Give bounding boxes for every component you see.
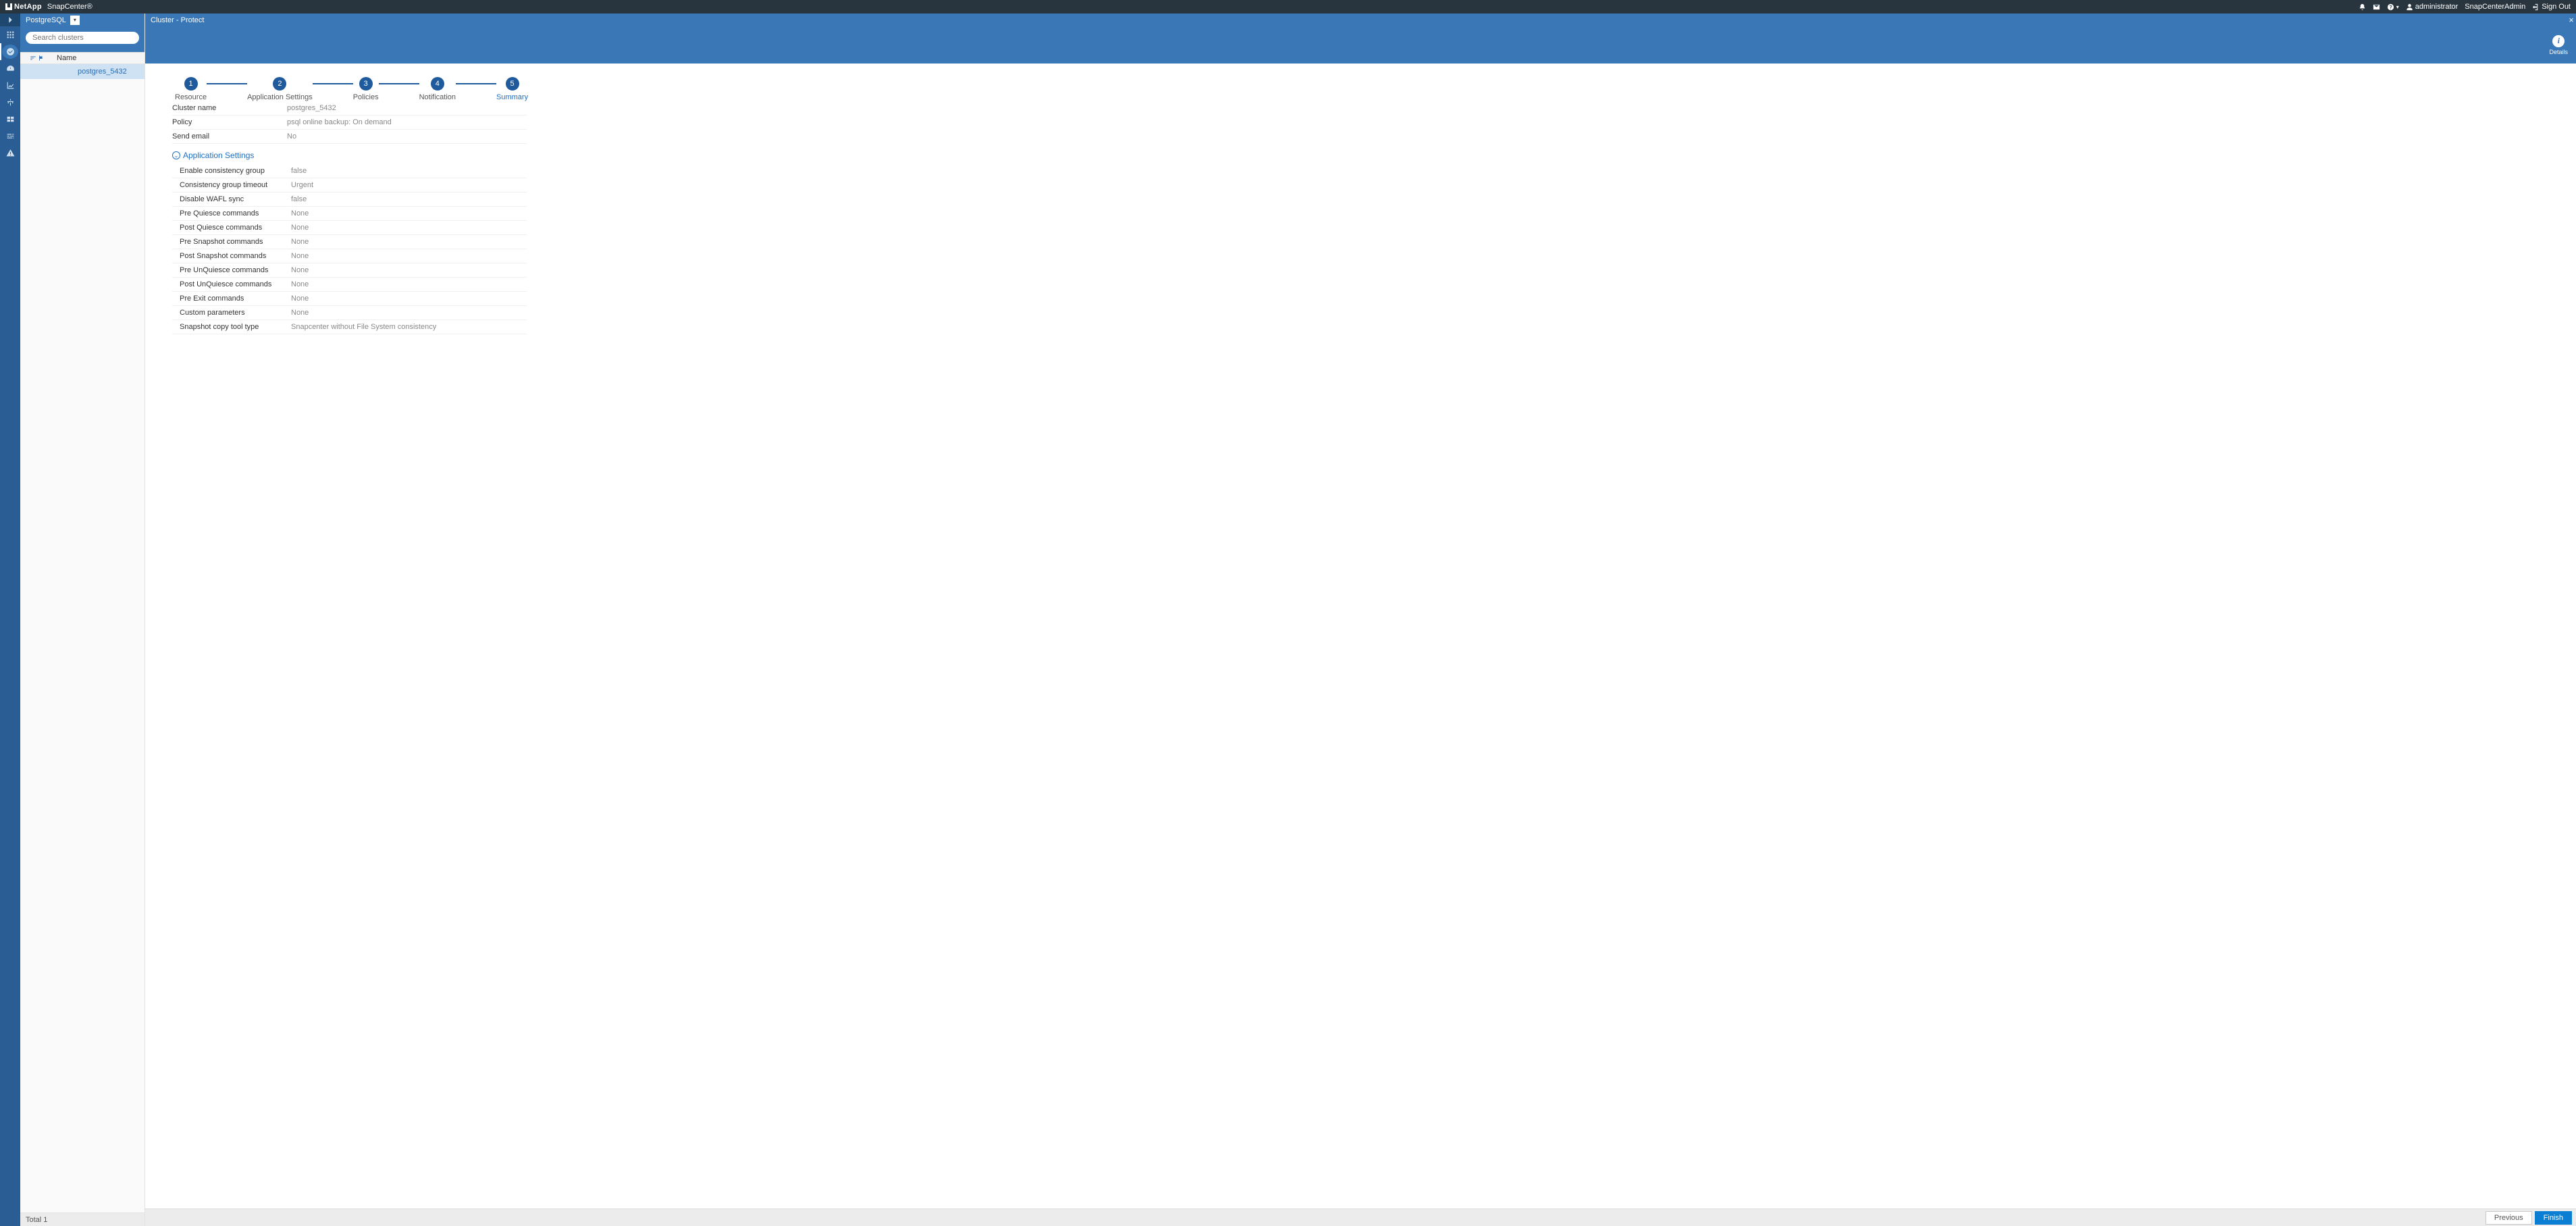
messages-button[interactable]: [2373, 3, 2380, 11]
app-settings-section-toggle[interactable]: ⌄ Application Settings: [172, 144, 527, 164]
flag-icon: [38, 55, 45, 61]
nav-hosts[interactable]: [0, 94, 20, 111]
signout-icon: [2532, 3, 2540, 11]
notifications-button[interactable]: [2359, 3, 2366, 11]
summary-row: Pre Snapshot commandsNone: [172, 235, 527, 249]
sort-asc-icon: [30, 55, 36, 61]
previous-button[interactable]: Previous: [2486, 1211, 2532, 1225]
step-app-settings[interactable]: 2 Application Settings: [247, 77, 313, 101]
content-area: Cluster - Protect × i Details 1 Resource…: [145, 14, 2576, 1226]
mail-icon: [2373, 3, 2380, 11]
nav-toggle[interactable]: [0, 14, 20, 26]
step-policies[interactable]: 3 Policies: [353, 77, 379, 101]
brand-product: SnapCenter®: [47, 3, 93, 11]
brand: NetApp SnapCenter®: [5, 3, 93, 11]
top-nav: NetApp SnapCenter® ▾ administrator SnapC…: [0, 0, 2576, 14]
user-icon: [2406, 3, 2413, 11]
summary-row: Post Quiesce commandsNone: [172, 221, 527, 235]
help-button[interactable]: ▾: [2387, 3, 2399, 11]
gauge-icon: [6, 64, 15, 73]
summary-row: Enable consistency groupfalse: [172, 164, 527, 178]
role-label[interactable]: SnapCenterAdmin: [2465, 3, 2525, 11]
summary-row: Policy psql online backup: On demand: [172, 116, 527, 130]
resource-panel: PostgreSQL ▾ Name postgres_5432 Total 1: [20, 14, 145, 1226]
bell-icon: [2359, 3, 2366, 11]
user-label: administrator: [2415, 3, 2459, 11]
search-input[interactable]: [26, 32, 139, 44]
resource-type-label: PostgreSQL: [26, 16, 66, 24]
wizard-stepper: 1 Resource 2 Application Settings 3 Poli…: [172, 77, 2576, 101]
resource-row[interactable]: postgres_5432: [20, 64, 144, 79]
nav-storage[interactable]: [0, 111, 20, 128]
summary-row: Cluster name postgres_5432: [172, 101, 527, 116]
help-icon: [2387, 3, 2394, 11]
nav-settings[interactable]: [0, 128, 20, 145]
summary-row: Consistency group timeoutUrgent: [172, 178, 527, 193]
resource-footer: Total 1: [20, 1212, 144, 1226]
alert-icon: [6, 149, 15, 157]
summary-table: Cluster name postgres_5432 Policy psql o…: [172, 101, 527, 334]
info-icon: i: [2552, 35, 2565, 47]
wizard-body: 1 Resource 2 Application Settings 3 Poli…: [145, 63, 2576, 1208]
resource-row-name: postgres_5432: [54, 68, 127, 76]
resource-type-dropdown[interactable]: ▾: [70, 16, 80, 25]
nav-resources[interactable]: [0, 43, 20, 60]
summary-row: Pre UnQuiesce commandsNone: [172, 263, 527, 278]
content-toolbar: i Details: [145, 26, 2576, 63]
grid-icon: [6, 30, 15, 39]
resource-search-wrap: [20, 26, 144, 52]
summary-row: Post Snapshot commandsNone: [172, 249, 527, 263]
summary-row: Pre Exit commandsNone: [172, 292, 527, 306]
sort-icons[interactable]: [20, 55, 54, 61]
sliders-icon: [6, 132, 15, 141]
left-nav: [0, 14, 20, 1226]
nav-dashboard[interactable]: [0, 26, 20, 43]
summary-row: Snapshot copy tool typeSnapcenter withou…: [172, 320, 527, 334]
nav-alerts[interactable]: [0, 145, 20, 161]
brand-company: NetApp: [5, 3, 42, 11]
wizard-footer: Previous Finish: [145, 1208, 2576, 1226]
breadcrumb-bar: Cluster - Protect ×: [145, 14, 2576, 26]
summary-row: Post UnQuiesce commandsNone: [172, 278, 527, 292]
signout-button[interactable]: Sign Out: [2532, 3, 2571, 11]
step-summary[interactable]: 5 Summary: [496, 77, 528, 101]
resource-total: Total 1: [26, 1216, 47, 1224]
storage-icon: [6, 115, 15, 124]
nav-reports[interactable]: [0, 77, 20, 94]
summary-row: Send email No: [172, 130, 527, 144]
collapse-icon: ⌄: [172, 151, 180, 159]
resource-type-selector[interactable]: PostgreSQL ▾: [20, 14, 144, 26]
caret-down-icon: ▾: [2396, 4, 2399, 10]
finish-button[interactable]: Finish: [2535, 1211, 2572, 1225]
details-label: Details: [2549, 49, 2568, 55]
nav-monitor[interactable]: [0, 60, 20, 77]
summary-row: Pre Quiesce commandsNone: [172, 207, 527, 221]
details-button[interactable]: i Details: [2549, 35, 2568, 55]
summary-row: Custom parametersNone: [172, 306, 527, 320]
close-panel-button[interactable]: ×: [2567, 14, 2576, 26]
step-resource[interactable]: 1 Resource: [175, 77, 207, 101]
breadcrumb: Cluster - Protect: [151, 16, 204, 24]
chart-icon: [6, 81, 15, 90]
tree-icon: [6, 98, 15, 107]
netapp-logo-icon: [5, 3, 12, 10]
step-notification[interactable]: 4 Notification: [419, 77, 456, 101]
name-column-header[interactable]: Name: [54, 54, 76, 62]
summary-row: Disable WAFL syncfalse: [172, 193, 527, 207]
check-circle-icon: [6, 47, 15, 56]
resource-list-header: Name: [20, 52, 144, 64]
user-menu[interactable]: administrator: [2406, 3, 2459, 11]
chevron-right-icon: [6, 16, 15, 24]
